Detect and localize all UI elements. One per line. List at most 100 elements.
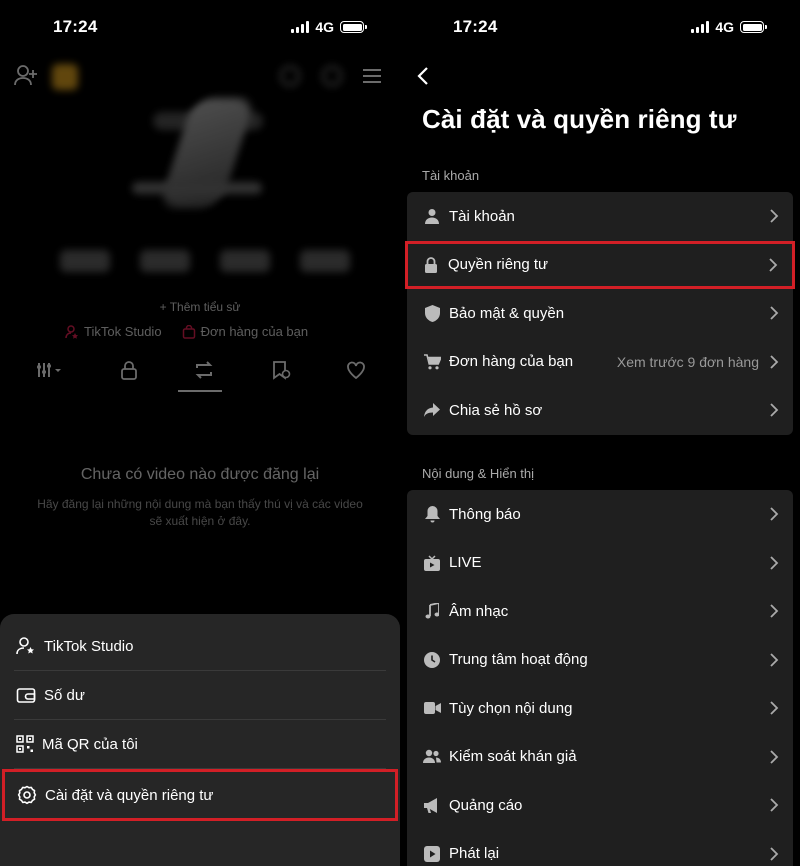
sheet-item-tiktok-studio[interactable]: TikTok Studio — [14, 622, 386, 671]
row-label: Bảo mật & quyền — [449, 304, 565, 322]
back-arrow-icon[interactable] — [412, 64, 436, 88]
status-time: 17:24 — [453, 17, 498, 36]
settings-row-music[interactable]: Âm nhạc — [407, 587, 793, 636]
settings-row-notifications[interactable]: Thông báo — [407, 490, 793, 539]
studio-link-label: TikTok Studio — [84, 324, 162, 339]
page-title: Cài đặt và quyền riêng tư — [422, 104, 737, 134]
clock-icon — [424, 651, 440, 668]
empty-state-title: Chưa có video nào được đăng lại — [80, 466, 320, 483]
person-icon — [425, 209, 439, 225]
settings-row-account[interactable]: Tài khoản — [407, 192, 793, 241]
row-label: Đơn hàng của bạn — [449, 353, 574, 371]
row-label: Âm nhạc — [449, 602, 509, 620]
row-label: Thông báo — [449, 505, 521, 523]
battery-icon — [740, 21, 767, 33]
studio-icon — [65, 324, 78, 339]
shopping-bag-icon — [182, 324, 195, 339]
sheet-item-settings-privacy[interactable]: Cài đặt và quyền riêng tư — [2, 769, 398, 821]
chevron-right-icon — [770, 798, 779, 812]
chevron-right-icon — [770, 604, 779, 618]
signal-icon — [291, 21, 310, 33]
dimmed-profile: + Thêm tiểu sử TikTok Studio Đơn hàng củ… — [0, 52, 400, 612]
settings-screen: 17:24 4G Cài đặt và quyền riêng tư Tài k… — [400, 0, 800, 866]
account-settings-group: Tài khoản Quyền riêng tư Bảo mật & quyền… — [405, 192, 795, 435]
coin-icon[interactable] — [52, 64, 78, 90]
cart-icon — [423, 353, 441, 370]
megaphone-icon — [423, 797, 437, 813]
menu-icon[interactable] — [362, 68, 382, 84]
orders-link-label: Đơn hàng của bạn — [200, 324, 309, 339]
display-name — [132, 182, 262, 194]
row-label: Chia sẻ hồ sơ — [449, 401, 543, 419]
qr-code-icon — [16, 735, 34, 753]
tab-favorites-icon[interactable] — [271, 360, 291, 380]
settings-row-security[interactable]: Bảo mật & quyền — [407, 289, 793, 338]
tab-private-icon[interactable] — [120, 360, 138, 380]
settings-row-privacy[interactable]: Quyền riêng tư — [405, 240, 795, 289]
sheet-item-label: Mã QR của tôi — [42, 735, 138, 753]
share-icon — [424, 403, 440, 418]
section-label-content-display: Nội dung & Hiển thị — [422, 466, 535, 481]
sheet-item-label: Số dư — [44, 686, 85, 704]
orders-preview-text: Xem trước 9 đơn hàng — [616, 353, 759, 370]
chevron-right-icon — [770, 209, 779, 223]
chevron-right-icon — [770, 403, 779, 417]
status-icons: 4G — [691, 19, 767, 35]
gear-icon — [17, 785, 37, 805]
chevron-right-icon — [770, 556, 779, 570]
settings-row-activity-center[interactable]: Trung tâm hoạt động — [407, 636, 793, 685]
settings-row-orders[interactable]: Đơn hàng của bạn Xem trước 9 đơn hàng — [407, 338, 793, 387]
tab-repost-icon[interactable] — [193, 360, 215, 380]
row-label: Tùy chọn nội dung — [449, 699, 573, 717]
row-label: LIVE — [449, 554, 482, 572]
network-label: 4G — [715, 19, 734, 35]
content-settings-group: Thông báo LIVE Âm nhạc Trung tâm hoạt độ… — [407, 490, 793, 866]
tab-videos-icon[interactable] — [36, 361, 64, 379]
status-time: 17:24 — [53, 17, 98, 36]
footprint-icon[interactable] — [322, 66, 342, 86]
wallet-icon — [16, 688, 36, 703]
settings-row-live[interactable]: LIVE — [407, 539, 793, 588]
chevron-right-icon — [769, 258, 778, 272]
chevron-right-icon — [770, 306, 779, 320]
shield-icon — [424, 304, 440, 322]
profile-stats — [60, 250, 350, 276]
sheet-item-balance[interactable]: Số dư — [14, 671, 386, 720]
row-label: Quyền riêng tư — [448, 256, 549, 274]
story-icon[interactable] — [280, 66, 300, 86]
signal-icon — [691, 21, 710, 33]
studio-link[interactable]: TikTok Studio — [65, 324, 162, 339]
active-tab-indicator — [178, 390, 222, 392]
settings-row-playback[interactable]: Phát lại — [407, 830, 793, 866]
user-star-icon — [16, 637, 34, 655]
add-bio-link[interactable]: + Thêm tiểu sử — [0, 300, 400, 314]
audience-icon — [423, 750, 441, 764]
chevron-right-icon — [770, 355, 779, 369]
row-label: Phát lại — [449, 845, 500, 863]
status-bar: 17:24 4G — [0, 0, 400, 52]
profile-tabs — [36, 360, 366, 380]
tv-icon — [424, 555, 440, 571]
status-bar: 17:24 4G — [400, 0, 800, 52]
add-friend-icon[interactable] — [14, 64, 38, 86]
empty-state-description: Hãy đăng lại những nội dung mà bạn thấy … — [37, 497, 363, 528]
chevron-right-icon — [770, 507, 779, 521]
network-label: 4G — [315, 19, 334, 35]
video-icon — [423, 702, 441, 715]
row-label: Tài khoản — [449, 207, 515, 225]
profile-links: TikTok Studio Đơn hàng của bạn — [65, 324, 308, 339]
settings-row-audience-control[interactable]: Kiểm soát khán giả — [407, 733, 793, 782]
orders-link[interactable]: Đơn hàng của bạn — [182, 324, 309, 339]
settings-row-ads[interactable]: Quảng cáo — [407, 781, 793, 830]
battery-icon — [340, 21, 367, 33]
play-icon — [424, 845, 440, 862]
settings-row-content-preferences[interactable]: Tùy chọn nội dung — [407, 684, 793, 733]
chevron-right-icon — [770, 701, 779, 715]
music-icon — [425, 603, 439, 619]
chevron-right-icon — [770, 653, 779, 667]
settings-row-share-profile[interactable]: Chia sẻ hồ sơ — [407, 386, 793, 435]
sheet-item-qr-code[interactable]: Mã QR của tôi — [14, 720, 386, 769]
chevron-right-icon — [770, 847, 779, 861]
row-label: Kiểm soát khán giả — [449, 748, 577, 766]
tab-liked-icon[interactable] — [346, 361, 366, 379]
